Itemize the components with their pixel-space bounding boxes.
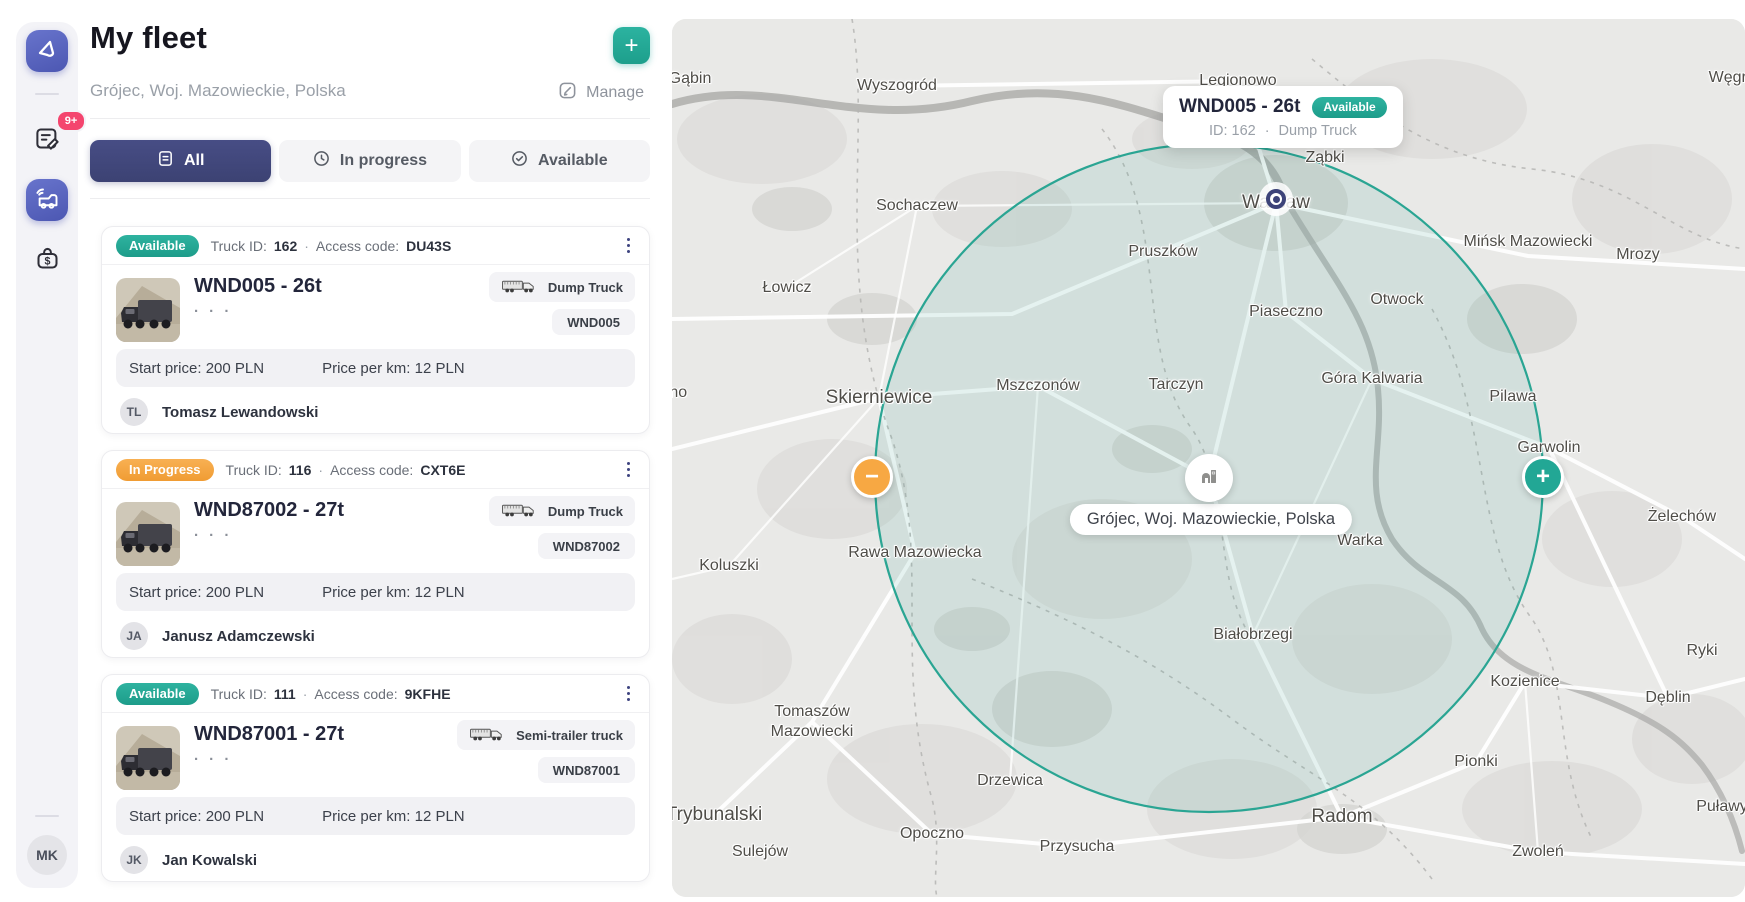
truck-card-list: Available Truck ID:162 · Access code:DU4… [101,226,650,898]
owner-avatar: JK [120,846,148,874]
status-tabs: All In progress Available [90,140,650,182]
sidebar-bottom-divider [35,815,59,817]
card-header: Available Truck ID:162 · Access code:DU4… [102,227,649,265]
truck-description-ellipsis: · · · [194,527,232,544]
truck-type-icon [501,277,539,297]
status-badge: In Progress [116,459,214,481]
radius-decrease-button[interactable]: − [851,456,893,498]
logo-icon [35,37,59,66]
manage-button[interactable]: Manage [552,80,650,106]
truck-type-label: Semi-trailer truck [516,728,623,743]
add-truck-button[interactable]: + [613,27,650,64]
tooltip-truck-type: Dump Truck [1279,123,1357,139]
tooltip-truck-id: ID: 162 [1209,123,1256,139]
truck-photo [116,278,180,342]
page-title: My fleet [90,20,207,56]
truck-name: WND87002 - 27t [194,499,344,522]
tab-available[interactable]: Available [469,140,650,182]
sidebar-item-payments[interactable]: $ [26,239,68,281]
check-circle-icon [511,150,528,172]
sidebar: 9+ $ MK [16,22,78,888]
fleet-base-marker[interactable] [1185,454,1233,502]
truck-photo [116,502,180,566]
truck-card: Available Truck ID:111 · Access code:9KF… [101,674,650,882]
owner-row: JA Janusz Adamczewski [120,621,315,651]
header-divider [90,118,650,119]
owner-name: Tomasz Lewandowski [162,404,318,421]
truck-card: In Progress Truck ID:116 · Access code:C… [101,450,650,658]
sidebar-divider [35,93,59,95]
user-avatar[interactable]: MK [27,835,67,875]
price-bar: Start price: 200 PLN Price per km: 12 PL… [116,349,635,387]
briefcase-dollar-icon: $ [34,245,61,275]
truck-code-pill: WND005 [552,309,635,335]
app-logo[interactable] [26,30,68,72]
tab-all[interactable]: All [90,140,271,182]
owner-name: Janusz Adamczewski [162,628,315,645]
truck-description-ellipsis: · · · [194,303,232,320]
price-bar: Start price: 200 PLN Price per km: 12 PL… [116,797,635,835]
truck-name: WND87001 - 27t [194,723,344,746]
owner-row: JK Jan Kowalski [120,845,257,875]
card-menu-button[interactable] [622,457,636,483]
edit-note-icon [34,125,61,155]
truck-description-ellipsis: · · · [194,751,232,768]
truck-map-tooltip: WND005 - 26t Available ID: 162 · Dump Tr… [1163,86,1403,148]
building-icon [1198,465,1220,492]
truck-code-pill: WND87001 [538,757,635,783]
truck-signal-icon [34,185,61,215]
tooltip-truck-name: WND005 - 26t [1179,96,1300,118]
truck-type-label: Dump Truck [548,280,623,295]
card-meta: Truck ID:116 · Access code:CXT6E [226,462,466,478]
card-meta: Truck ID:111 · Access code:9KFHE [211,686,451,702]
list-doc-icon [157,150,174,172]
truck-type-pill: Semi-trailer truck [457,720,635,750]
truck-type-icon [501,501,539,521]
notification-badge: 9+ [56,110,86,132]
status-badge: Available [116,683,199,705]
truck-type-label: Dump Truck [548,504,623,519]
price-bar: Start price: 200 PLN Price per km: 12 PL… [116,573,635,611]
truck-card: Available Truck ID:162 · Access code:DU4… [101,226,650,434]
truck-name: WND005 - 26t [194,275,322,298]
card-menu-button[interactable] [622,681,636,707]
fleet-panel: My fleet + Grójec, Woj. Mazowieckie, Pol… [90,0,650,902]
truck-type-pill: Dump Truck [489,272,635,302]
map[interactable]: GąbinWyszogródLegionowoWęgrówSochaczewZą… [672,19,1745,897]
edit-pencil-icon [558,81,577,105]
tabs-divider [90,198,650,199]
truck-photo [116,726,180,790]
card-header: In Progress Truck ID:116 · Access code:C… [102,451,649,489]
clock-icon [313,150,330,172]
owner-avatar: TL [120,398,148,426]
owner-name: Jan Kowalski [162,852,257,869]
tooltip-status-badge: Available [1312,97,1386,118]
sidebar-item-fleet[interactable] [26,179,68,221]
fleet-location: Grójec, Woj. Mazowieckie, Polska [90,81,346,101]
card-header: Available Truck ID:111 · Access code:9KF… [102,675,649,713]
tab-in-progress[interactable]: In progress [279,140,460,182]
truck-code-pill: WND87002 [538,533,635,559]
truck-location-marker[interactable] [1259,182,1293,216]
card-meta: Truck ID:162 · Access code:DU43S [211,238,452,254]
truck-type-icon [469,725,507,745]
owner-row: TL Tomasz Lewandowski [120,397,318,427]
card-menu-button[interactable] [622,233,636,259]
radius-increase-button[interactable]: + [1522,456,1564,498]
svg-text:$: $ [44,255,50,267]
app-root: { "sidebar": { "notification_badge": "9+… [0,0,1745,902]
fleet-base-label: Grójec, Woj. Mazowieckie, Polska [1070,504,1352,535]
owner-avatar: JA [120,622,148,650]
truck-type-pill: Dump Truck [489,496,635,526]
status-badge: Available [116,235,199,257]
